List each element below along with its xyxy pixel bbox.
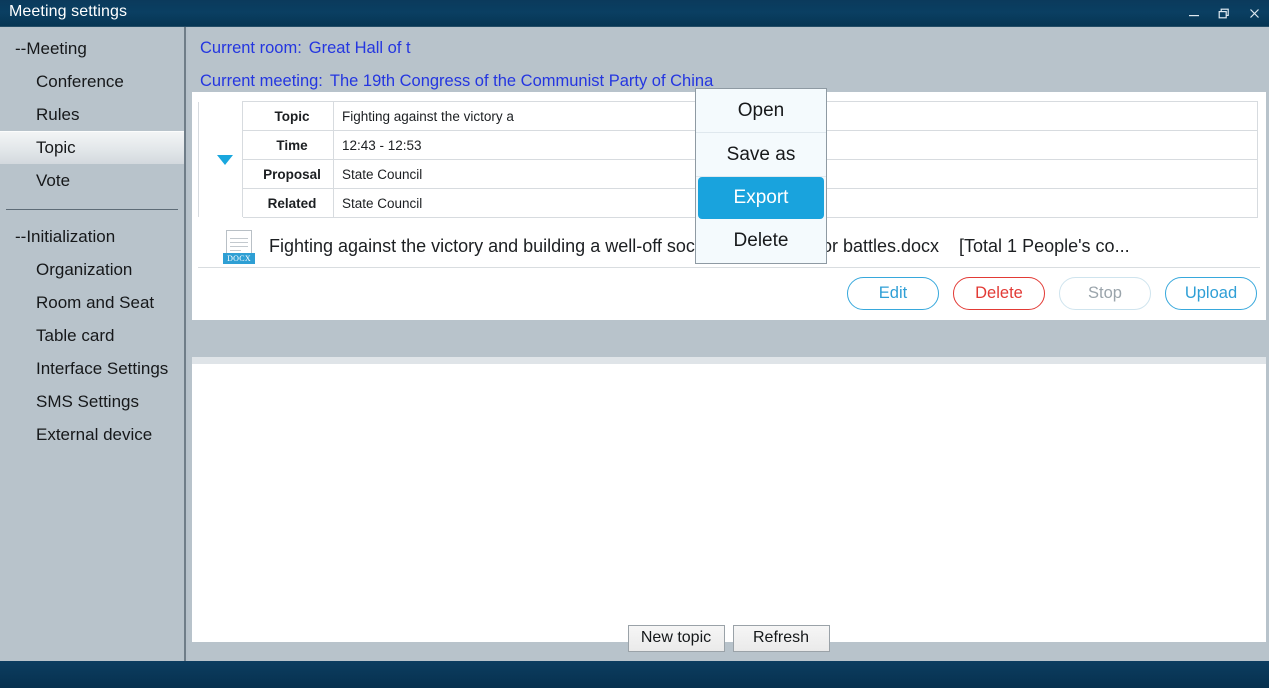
minimize-button[interactable] bbox=[1179, 0, 1209, 27]
restore-button[interactable] bbox=[1209, 0, 1239, 27]
attachment-meta: [Total 1 People's co... bbox=[959, 236, 1130, 256]
footer-bar: New topic Refresh bbox=[188, 615, 1269, 661]
sidebar-item-external-device[interactable]: External device bbox=[0, 418, 184, 451]
current-room-label: Current room: bbox=[200, 39, 302, 57]
current-meeting-line: Current meeting: The 19th Congress of the… bbox=[200, 72, 713, 91]
row-label-proposal: Proposal bbox=[242, 159, 334, 189]
edit-button[interactable]: Edit bbox=[847, 277, 939, 310]
sidebar-item-rules[interactable]: Rules bbox=[0, 98, 184, 131]
sidebar-group-initialization: --Initialization Organization Room and S… bbox=[0, 220, 184, 451]
refresh-button[interactable]: Refresh bbox=[732, 624, 830, 652]
context-menu: Open Save as Export Delete bbox=[695, 88, 827, 264]
current-meeting-value: The 19th Congress of the Communist Party… bbox=[329, 72, 714, 90]
sidebar-item-sms-settings[interactable]: SMS Settings bbox=[0, 385, 184, 418]
row-label-time: Time bbox=[242, 130, 334, 160]
context-menu-item-open[interactable]: Open bbox=[696, 89, 826, 133]
current-room-value: Great Hall of t bbox=[308, 39, 411, 57]
row-label-related: Related bbox=[242, 188, 334, 218]
sidebar-group-meeting: --Meeting Conference Rules Topic Vote bbox=[0, 32, 184, 197]
meeting-settings-window: Meeting settings --Meeting Conference Ru… bbox=[0, 0, 1269, 688]
sidebar-group-header-initialization[interactable]: --Initialization bbox=[0, 220, 184, 253]
topic-list-empty-area bbox=[192, 357, 1266, 642]
content-header: Current room: Great Hall of t Current mee… bbox=[188, 27, 1269, 92]
close-icon bbox=[1248, 7, 1261, 20]
sidebar: --Meeting Conference Rules Topic Vote --… bbox=[0, 27, 186, 661]
docx-file-icon: DOCX bbox=[222, 229, 258, 265]
close-button[interactable] bbox=[1239, 0, 1269, 27]
new-topic-button[interactable]: New topic bbox=[627, 624, 725, 652]
row-label-topic: Topic bbox=[242, 101, 334, 131]
sidebar-divider bbox=[6, 209, 178, 210]
attachment-file-name: Fighting against the victory and buildin… bbox=[269, 236, 940, 256]
chevron-down-icon[interactable] bbox=[216, 155, 233, 166]
upload-button[interactable]: Upload bbox=[1165, 277, 1257, 310]
sidebar-group-header-meeting[interactable]: --Meeting bbox=[0, 32, 184, 65]
current-meeting-label: Current meeting: bbox=[200, 72, 323, 90]
sidebar-item-room-and-seat[interactable]: Room and Seat bbox=[0, 286, 184, 319]
window-title: Meeting settings bbox=[9, 3, 128, 20]
expand-toggle-cell[interactable] bbox=[198, 101, 243, 218]
minimize-icon bbox=[1188, 8, 1200, 20]
sidebar-item-conference[interactable]: Conference bbox=[0, 65, 184, 98]
sidebar-item-topic[interactable]: Topic bbox=[0, 131, 184, 164]
action-button-row: Edit Delete Stop Upload bbox=[192, 268, 1266, 320]
window-controls bbox=[1179, 0, 1269, 27]
stop-button: Stop bbox=[1059, 277, 1151, 310]
bottom-band bbox=[0, 661, 1269, 688]
restore-icon bbox=[1217, 7, 1231, 21]
delete-button[interactable]: Delete bbox=[953, 277, 1045, 310]
sidebar-item-interface-settings[interactable]: Interface Settings bbox=[0, 352, 184, 385]
docx-badge-label: DOCX bbox=[223, 252, 255, 264]
sidebar-item-vote[interactable]: Vote bbox=[0, 164, 184, 197]
sidebar-item-table-card[interactable]: Table card bbox=[0, 319, 184, 352]
context-menu-item-export[interactable]: Export bbox=[698, 177, 824, 219]
current-room-line: Current room: Great Hall of t bbox=[200, 39, 411, 58]
context-menu-item-save-as[interactable]: Save as bbox=[696, 133, 826, 177]
context-menu-item-delete[interactable]: Delete bbox=[696, 219, 826, 263]
title-bar: Meeting settings bbox=[0, 0, 1269, 27]
sidebar-item-organization[interactable]: Organization bbox=[0, 253, 184, 286]
